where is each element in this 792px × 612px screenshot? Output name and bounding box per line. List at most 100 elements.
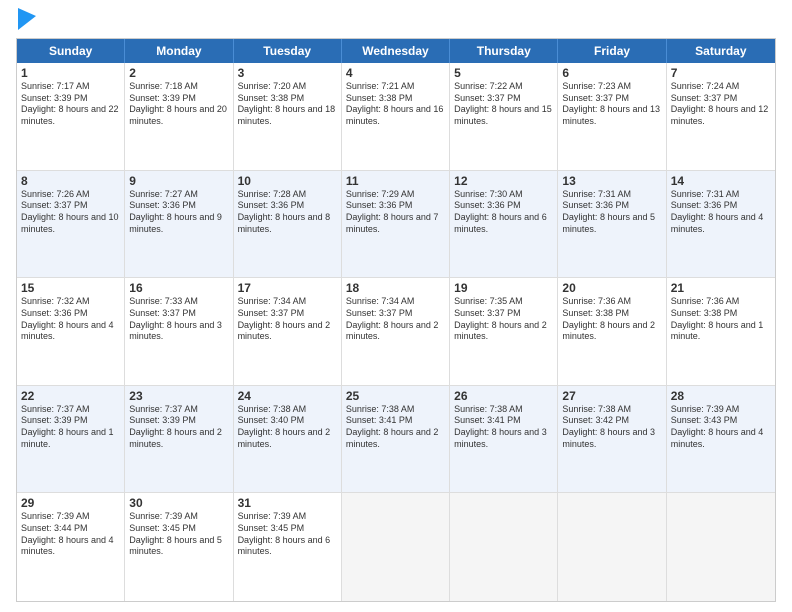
cell-info: Sunrise: 7:34 AMSunset: 3:37 PMDaylight:… — [346, 296, 445, 343]
cell-info: Sunrise: 7:39 AMSunset: 3:43 PMDaylight:… — [671, 404, 771, 451]
cell-info: Sunrise: 7:37 AMSunset: 3:39 PMDaylight:… — [129, 404, 228, 451]
day-number: 20 — [562, 281, 661, 295]
day-number: 30 — [129, 496, 228, 510]
calendar-row-3: 22Sunrise: 7:37 AMSunset: 3:39 PMDayligh… — [17, 386, 775, 494]
cell-info: Sunrise: 7:31 AMSunset: 3:36 PMDaylight:… — [671, 189, 771, 236]
header-day-tuesday: Tuesday — [234, 39, 342, 63]
cell-info: Sunrise: 7:36 AMSunset: 3:38 PMDaylight:… — [562, 296, 661, 343]
cell-info: Sunrise: 7:33 AMSunset: 3:37 PMDaylight:… — [129, 296, 228, 343]
day-number: 13 — [562, 174, 661, 188]
day-number: 23 — [129, 389, 228, 403]
cell-info: Sunrise: 7:18 AMSunset: 3:39 PMDaylight:… — [129, 81, 228, 128]
day-number: 12 — [454, 174, 553, 188]
cell-info: Sunrise: 7:38 AMSunset: 3:40 PMDaylight:… — [238, 404, 337, 451]
day-number: 25 — [346, 389, 445, 403]
cell-info: Sunrise: 7:23 AMSunset: 3:37 PMDaylight:… — [562, 81, 661, 128]
cell-info: Sunrise: 7:31 AMSunset: 3:36 PMDaylight:… — [562, 189, 661, 236]
cell-info: Sunrise: 7:26 AMSunset: 3:37 PMDaylight:… — [21, 189, 120, 236]
day-number: 27 — [562, 389, 661, 403]
day-number: 4 — [346, 66, 445, 80]
day-number: 16 — [129, 281, 228, 295]
cell-info: Sunrise: 7:38 AMSunset: 3:41 PMDaylight:… — [346, 404, 445, 451]
day-number: 1 — [21, 66, 120, 80]
calendar: SundayMondayTuesdayWednesdayThursdayFrid… — [16, 38, 776, 602]
day-cell-20: 20Sunrise: 7:36 AMSunset: 3:38 PMDayligh… — [558, 278, 666, 385]
day-number: 18 — [346, 281, 445, 295]
day-number: 6 — [562, 66, 661, 80]
header-day-saturday: Saturday — [667, 39, 775, 63]
day-cell-2: 2Sunrise: 7:18 AMSunset: 3:39 PMDaylight… — [125, 63, 233, 170]
logo-icon — [18, 8, 36, 30]
day-cell-7: 7Sunrise: 7:24 AMSunset: 3:37 PMDaylight… — [667, 63, 775, 170]
day-cell-17: 17Sunrise: 7:34 AMSunset: 3:37 PMDayligh… — [234, 278, 342, 385]
day-cell-5: 5Sunrise: 7:22 AMSunset: 3:37 PMDaylight… — [450, 63, 558, 170]
day-number: 31 — [238, 496, 337, 510]
day-number: 14 — [671, 174, 771, 188]
cell-info: Sunrise: 7:36 AMSunset: 3:38 PMDaylight:… — [671, 296, 771, 343]
empty-cell — [342, 493, 450, 601]
calendar-header: SundayMondayTuesdayWednesdayThursdayFrid… — [17, 39, 775, 63]
day-number: 21 — [671, 281, 771, 295]
cell-info: Sunrise: 7:28 AMSunset: 3:36 PMDaylight:… — [238, 189, 337, 236]
day-number: 7 — [671, 66, 771, 80]
day-number: 26 — [454, 389, 553, 403]
cell-info: Sunrise: 7:20 AMSunset: 3:38 PMDaylight:… — [238, 81, 337, 128]
day-cell-4: 4Sunrise: 7:21 AMSunset: 3:38 PMDaylight… — [342, 63, 450, 170]
day-cell-18: 18Sunrise: 7:34 AMSunset: 3:37 PMDayligh… — [342, 278, 450, 385]
day-number: 29 — [21, 496, 120, 510]
day-cell-16: 16Sunrise: 7:33 AMSunset: 3:37 PMDayligh… — [125, 278, 233, 385]
cell-info: Sunrise: 7:27 AMSunset: 3:36 PMDaylight:… — [129, 189, 228, 236]
day-number: 22 — [21, 389, 120, 403]
calendar-row-2: 15Sunrise: 7:32 AMSunset: 3:36 PMDayligh… — [17, 278, 775, 386]
cell-info: Sunrise: 7:29 AMSunset: 3:36 PMDaylight:… — [346, 189, 445, 236]
day-cell-14: 14Sunrise: 7:31 AMSunset: 3:36 PMDayligh… — [667, 171, 775, 278]
header-day-wednesday: Wednesday — [342, 39, 450, 63]
day-cell-25: 25Sunrise: 7:38 AMSunset: 3:41 PMDayligh… — [342, 386, 450, 493]
day-number: 15 — [21, 281, 120, 295]
day-number: 5 — [454, 66, 553, 80]
cell-info: Sunrise: 7:39 AMSunset: 3:44 PMDaylight:… — [21, 511, 120, 558]
day-cell-8: 8Sunrise: 7:26 AMSunset: 3:37 PMDaylight… — [17, 171, 125, 278]
logo — [16, 12, 36, 30]
calendar-row-4: 29Sunrise: 7:39 AMSunset: 3:44 PMDayligh… — [17, 493, 775, 601]
cell-info: Sunrise: 7:39 AMSunset: 3:45 PMDaylight:… — [238, 511, 337, 558]
calendar-row-0: 1Sunrise: 7:17 AMSunset: 3:39 PMDaylight… — [17, 63, 775, 171]
day-number: 17 — [238, 281, 337, 295]
day-cell-22: 22Sunrise: 7:37 AMSunset: 3:39 PMDayligh… — [17, 386, 125, 493]
day-cell-10: 10Sunrise: 7:28 AMSunset: 3:36 PMDayligh… — [234, 171, 342, 278]
cell-info: Sunrise: 7:17 AMSunset: 3:39 PMDaylight:… — [21, 81, 120, 128]
header-day-sunday: Sunday — [17, 39, 125, 63]
day-number: 28 — [671, 389, 771, 403]
logo-text — [16, 12, 36, 30]
day-cell-1: 1Sunrise: 7:17 AMSunset: 3:39 PMDaylight… — [17, 63, 125, 170]
calendar-body: 1Sunrise: 7:17 AMSunset: 3:39 PMDaylight… — [17, 63, 775, 601]
day-cell-26: 26Sunrise: 7:38 AMSunset: 3:41 PMDayligh… — [450, 386, 558, 493]
cell-info: Sunrise: 7:38 AMSunset: 3:42 PMDaylight:… — [562, 404, 661, 451]
day-number: 11 — [346, 174, 445, 188]
day-cell-9: 9Sunrise: 7:27 AMSunset: 3:36 PMDaylight… — [125, 171, 233, 278]
day-cell-21: 21Sunrise: 7:36 AMSunset: 3:38 PMDayligh… — [667, 278, 775, 385]
day-cell-19: 19Sunrise: 7:35 AMSunset: 3:37 PMDayligh… — [450, 278, 558, 385]
day-cell-12: 12Sunrise: 7:30 AMSunset: 3:36 PMDayligh… — [450, 171, 558, 278]
day-number: 10 — [238, 174, 337, 188]
day-cell-28: 28Sunrise: 7:39 AMSunset: 3:43 PMDayligh… — [667, 386, 775, 493]
cell-info: Sunrise: 7:35 AMSunset: 3:37 PMDaylight:… — [454, 296, 553, 343]
cell-info: Sunrise: 7:30 AMSunset: 3:36 PMDaylight:… — [454, 189, 553, 236]
empty-cell — [558, 493, 666, 601]
cell-info: Sunrise: 7:38 AMSunset: 3:41 PMDaylight:… — [454, 404, 553, 451]
header-day-thursday: Thursday — [450, 39, 558, 63]
cell-info: Sunrise: 7:37 AMSunset: 3:39 PMDaylight:… — [21, 404, 120, 451]
day-number: 19 — [454, 281, 553, 295]
day-cell-24: 24Sunrise: 7:38 AMSunset: 3:40 PMDayligh… — [234, 386, 342, 493]
day-cell-30: 30Sunrise: 7:39 AMSunset: 3:45 PMDayligh… — [125, 493, 233, 601]
empty-cell — [450, 493, 558, 601]
day-number: 3 — [238, 66, 337, 80]
day-cell-15: 15Sunrise: 7:32 AMSunset: 3:36 PMDayligh… — [17, 278, 125, 385]
day-cell-23: 23Sunrise: 7:37 AMSunset: 3:39 PMDayligh… — [125, 386, 233, 493]
header-day-monday: Monday — [125, 39, 233, 63]
day-cell-29: 29Sunrise: 7:39 AMSunset: 3:44 PMDayligh… — [17, 493, 125, 601]
calendar-row-1: 8Sunrise: 7:26 AMSunset: 3:37 PMDaylight… — [17, 171, 775, 279]
day-number: 2 — [129, 66, 228, 80]
cell-info: Sunrise: 7:24 AMSunset: 3:37 PMDaylight:… — [671, 81, 771, 128]
day-cell-11: 11Sunrise: 7:29 AMSunset: 3:36 PMDayligh… — [342, 171, 450, 278]
